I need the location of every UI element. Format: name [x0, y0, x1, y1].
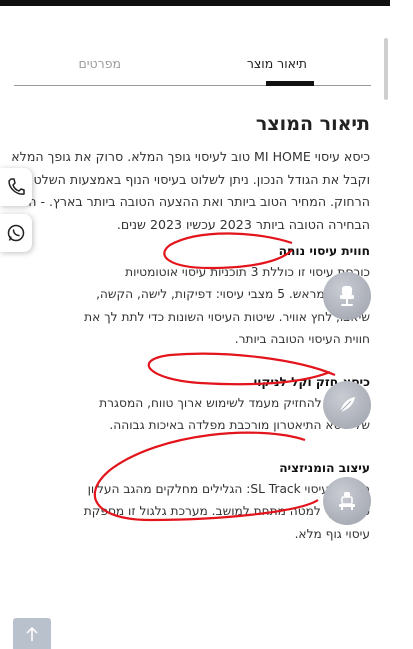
- active-tab-indicator: [266, 81, 314, 86]
- feature-item: כיסא חזק וקל לניקוי נבנה כדי להחזיק מעמד…: [13, 372, 370, 437]
- back-to-top-button[interactable]: [13, 618, 51, 649]
- feature-title: כיסא חזק וקל לניקוי: [253, 375, 370, 389]
- feature-title: עיצוב הומניזציה: [279, 461, 370, 475]
- feature-title: חווית עיסוי נוחה: [278, 244, 370, 258]
- product-content: תיאור מוצר מפרטים תיאור המוצר כיסא עיסוי…: [0, 0, 384, 649]
- intro-text: כיסא עיסוי MI HOME טוב לעיסוי גופך המלא.…: [11, 149, 370, 232]
- massage-track-icon: [323, 477, 371, 525]
- tab-specifications[interactable]: מפרטים: [78, 56, 121, 71]
- phone-icon: [8, 178, 25, 195]
- feature-item: חווית עיסוי נוחה כורסת עיסוי זו כוללת 3 …: [13, 241, 370, 350]
- scrollbar-track[interactable]: [390, 6, 413, 649]
- whatsapp-button[interactable]: [0, 214, 32, 252]
- feature-item: עיצוב הומניזציה מערכת עיסוי SL Track: הג…: [13, 458, 370, 545]
- scrollbar-thumb[interactable]: [384, 38, 388, 100]
- tab-product-description[interactable]: תיאור מוצר: [247, 56, 307, 71]
- product-tabs: תיאור מוצר מפרטים: [14, 56, 371, 86]
- section-title: תיאור המוצר: [255, 113, 370, 135]
- arrow-up-icon: [26, 626, 38, 641]
- phone-button[interactable]: [0, 168, 32, 206]
- whatsapp-icon: [7, 224, 25, 242]
- chair-icon: [323, 272, 371, 320]
- feather-icon: [323, 381, 371, 429]
